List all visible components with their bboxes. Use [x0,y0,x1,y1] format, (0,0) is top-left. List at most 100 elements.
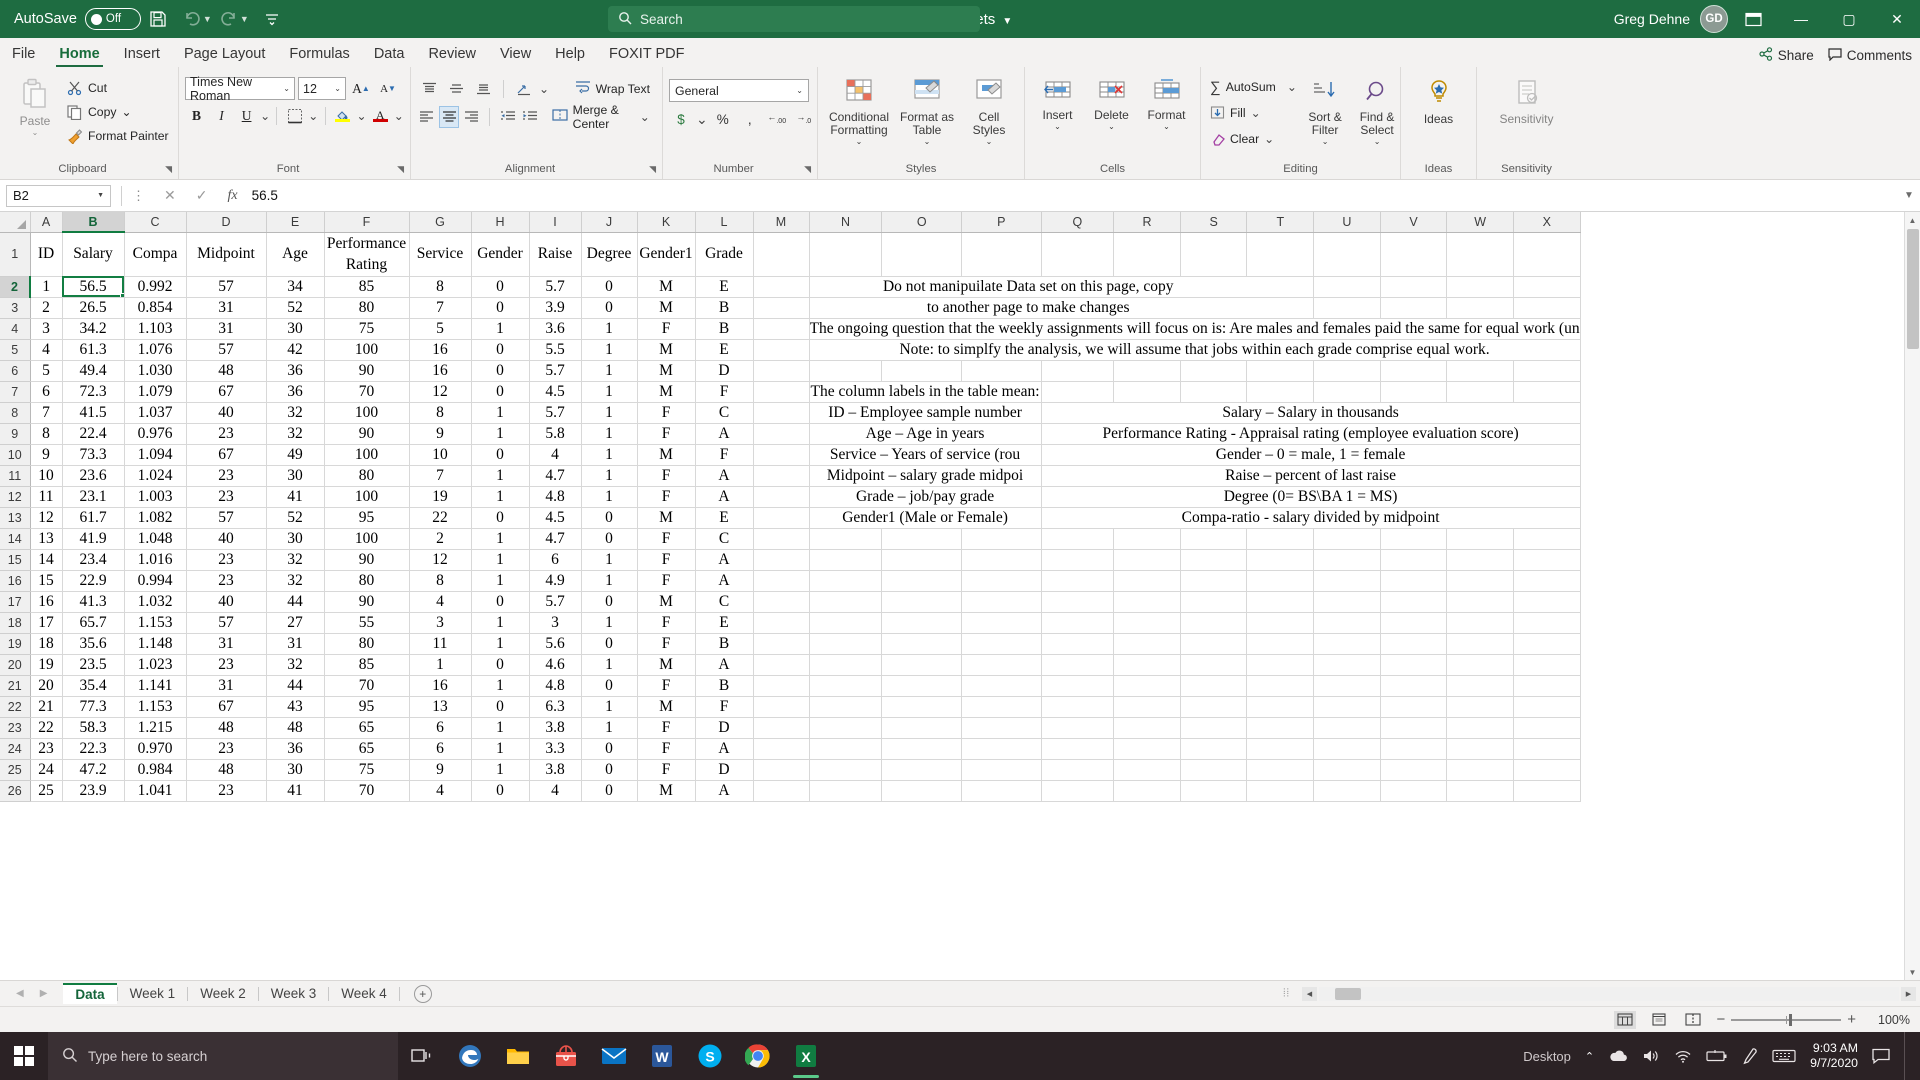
cell-K19[interactable]: F [637,633,696,655]
cell-W6[interactable] [1446,360,1514,382]
borders-dropdown-icon[interactable]: ⌄ [308,109,318,123]
table-row[interactable]: 7 6 72.3 1.079 67 36 70 12 0 4.5 1 M F The column lab… [0,381,1581,403]
share-button[interactable]: Share [1759,47,1814,64]
cell-N19[interactable] [809,633,883,655]
cell-S24[interactable] [1180,738,1248,760]
cell-X3[interactable] [1513,297,1581,319]
cell-D24[interactable]: 23 [186,738,267,760]
tab-insert[interactable]: Insert [112,43,172,67]
cell-G22[interactable]: 13 [409,696,472,718]
cell-J23[interactable]: 1 [581,717,638,739]
column-header-Q[interactable]: Q [1041,212,1115,233]
row-header-20[interactable]: 20 [0,654,31,676]
cell-F19[interactable]: 80 [324,633,410,655]
cell-M21[interactable] [753,675,810,697]
cell-P19[interactable] [961,633,1042,655]
cell-U2[interactable] [1313,276,1381,298]
cell-I26[interactable]: 4 [529,780,582,802]
cell-M1[interactable] [753,232,810,277]
table-row[interactable]: 15 14 23.4 1.016 23 32 90 12 1 6 1 F A [0,549,1581,571]
table-row[interactable]: 20 19 23.5 1.023 23 32 85 1 0 4.6 1 M A [0,654,1581,676]
cell-E1[interactable]: Age [266,232,325,277]
worksheet-grid[interactable]: A B C D E F G H I J K L M N O P Q R S T U V W X 1 ID Salary Compa Mi… [0,212,1904,980]
cell-X20[interactable] [1513,654,1581,676]
cell-J22[interactable]: 1 [581,696,638,718]
cell-I12[interactable]: 4.8 [529,486,582,508]
row-header-9[interactable]: 9 [0,423,31,445]
cell-D10[interactable]: 67 [186,444,267,466]
cell-O24[interactable] [881,738,962,760]
cell-M4[interactable] [753,318,810,340]
cell-E25[interactable]: 30 [266,759,325,781]
font-size-input[interactable]: 12 ⌄ [298,77,346,100]
increase-decimal-icon[interactable]: ←.00 [765,108,789,131]
cell-E12[interactable]: 41 [266,486,325,508]
column-header-A[interactable]: A [30,212,63,233]
cell-I19[interactable]: 5.6 [529,633,582,655]
cell-N17[interactable] [809,591,883,613]
column-header-F[interactable]: F [324,212,410,233]
sheet-tab-week-2[interactable]: Week 2 [188,984,258,1003]
row-header-4[interactable]: 4 [0,318,31,340]
cell-F11[interactable]: 80 [324,465,410,487]
cell-C21[interactable]: 1.141 [124,675,187,697]
cell-T23[interactable] [1246,717,1315,739]
cell-X15[interactable] [1513,549,1581,571]
row-header-1[interactable]: 1 [0,232,31,277]
cell-A21[interactable]: 20 [30,675,63,697]
cell-L16[interactable]: A [695,570,754,592]
tab-formulas[interactable]: Formulas [277,43,361,67]
cell-T15[interactable] [1246,549,1315,571]
cell-F16[interactable]: 80 [324,570,410,592]
cell-J24[interactable]: 0 [581,738,638,760]
vertical-scroll-thumb[interactable] [1907,229,1919,349]
format-painter-button[interactable]: Format Painter [64,124,172,148]
cell-styles-button[interactable]: Cell Styles ⌄ [962,73,1016,162]
cell-G23[interactable]: 6 [409,717,472,739]
autosum-button[interactable]: ∑ AutoSum ⌄ [1207,75,1300,99]
cell-K22[interactable]: M [637,696,696,718]
cell-Q14[interactable] [1041,528,1115,550]
font-color-icon[interactable]: A [369,104,392,127]
cell-C3[interactable]: 0.854 [124,297,187,319]
previous-sheet-icon[interactable]: ◀ [16,988,24,999]
cell-K23[interactable]: F [637,717,696,739]
cell-K7[interactable]: M [637,381,696,403]
column-header-K[interactable]: K [637,212,696,233]
row-header-2[interactable]: 2 [0,276,31,298]
cell-X26[interactable] [1513,780,1581,802]
table-row[interactable]: 4 3 34.2 1.103 31 30 75 5 1 3.6 1 F B The ongoing que… [0,318,1581,340]
cell-D11[interactable]: 23 [186,465,267,487]
cell-G18[interactable]: 3 [409,612,472,634]
cell-D17[interactable]: 40 [186,591,267,613]
conditional-formatting-dropdown-icon[interactable]: ⌄ [856,137,863,146]
cell-E4[interactable]: 30 [266,318,325,340]
cell-W17[interactable] [1446,591,1514,613]
cell-X21[interactable] [1513,675,1581,697]
cell-V24[interactable] [1380,738,1448,760]
text-orientation-icon[interactable] [512,78,536,100]
column-header-I[interactable]: I [529,212,582,233]
cell-F22[interactable]: 95 [324,696,410,718]
column-header-T[interactable]: T [1246,212,1315,233]
taskbar-app-microsoft-store[interactable] [542,1032,590,1080]
cell-U14[interactable] [1313,528,1381,550]
cell-W20[interactable] [1446,654,1514,676]
cell-Q12[interactable]: Degree (0= BS\BA 1 = MS) [1041,486,1581,508]
cell-G7[interactable]: 12 [409,381,472,403]
cell-O25[interactable] [881,759,962,781]
cell-B20[interactable]: 23.5 [62,654,125,676]
cell-I10[interactable]: 4 [529,444,582,466]
cell-A6[interactable]: 5 [30,360,63,382]
cell-G9[interactable]: 9 [409,423,472,445]
align-right-icon[interactable] [462,106,481,128]
underline-button[interactable]: U [235,104,258,127]
cell-T6[interactable] [1246,360,1315,382]
cell-G13[interactable]: 22 [409,507,472,529]
cell-L18[interactable]: E [695,612,754,634]
column-header-H[interactable]: H [471,212,530,233]
cell-J1[interactable]: Degree [581,232,638,277]
tab-page-layout[interactable]: Page Layout [172,43,277,67]
table-row[interactable]: 10 9 73.3 1.094 67 49 100 10 0 4 1 M F Service – Year… [0,444,1581,466]
cell-J14[interactable]: 0 [581,528,638,550]
